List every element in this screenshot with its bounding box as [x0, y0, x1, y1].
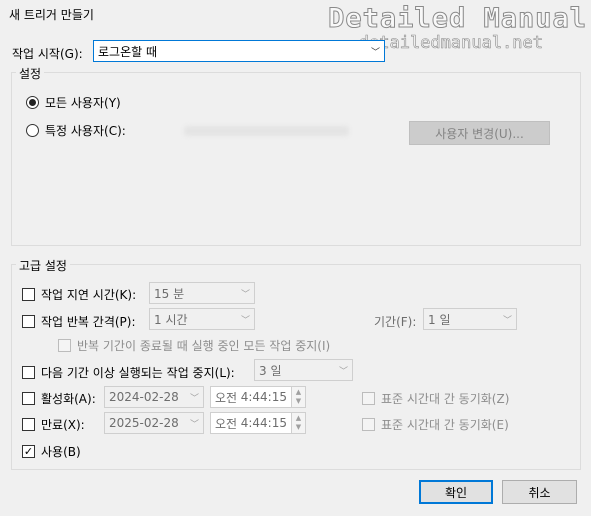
repeat-label: 작업 반복 간격(P):	[41, 315, 136, 329]
chevron-down-icon: ﹀	[189, 419, 199, 430]
activate-label: 활성화(A):	[41, 392, 96, 406]
spin-down-icon: ▼	[295, 397, 302, 405]
stop-repeat-checkbox[interactable]: 반복 기간이 종료될 때 실행 중인 모든 작업 중지(I)	[58, 337, 330, 354]
radio-specific-user-label: 특정 사용자(C):	[45, 124, 126, 138]
activate-checkbox[interactable]: 활성화(A):	[22, 390, 96, 407]
expire-checkbox[interactable]: 만료(X):	[22, 416, 85, 433]
blurred-user-name	[184, 126, 349, 136]
chevron-down-icon: ﹀	[338, 366, 348, 377]
chevron-down-icon: ﹀	[240, 289, 250, 300]
radio-all-users[interactable]: 모든 사용자(Y)	[26, 94, 121, 111]
ok-button[interactable]: 확인	[419, 480, 493, 504]
start-trigger-select[interactable]: 로그온할 때 ﹀	[93, 40, 385, 62]
stop-repeat-label: 반복 기간이 종료될 때 실행 중인 모든 작업 중지(I)	[77, 339, 331, 353]
activate-time-spinner[interactable]: ▲ ▼	[292, 386, 306, 408]
chevron-down-icon: ﹀	[189, 393, 199, 404]
stop-longer-checkbox[interactable]: 다음 기간 이상 실행되는 작업 중지(L):	[22, 364, 235, 381]
expire-sync-label: 표준 시간대 간 동기화(E)	[381, 418, 509, 432]
spin-up-icon: ▲	[295, 414, 302, 422]
expire-date-picker[interactable]: 2025-02-28 ﹀	[104, 412, 204, 434]
duration-label: 기간(F):	[374, 315, 417, 329]
radio-specific-user[interactable]: 특정 사용자(C):	[26, 122, 126, 139]
activate-time-field[interactable]: 오전 4:44:15	[210, 386, 292, 408]
delay-select[interactable]: 15 분 ﹀	[149, 282, 255, 304]
window-title: 새 트리거 만들기	[9, 8, 94, 22]
radio-unselected-icon	[26, 124, 39, 137]
enabled-label: 사용(B)	[41, 445, 81, 459]
activate-date-picker[interactable]: 2024-02-28 ﹀	[104, 386, 204, 408]
expire-label: 만료(X):	[41, 418, 85, 432]
spin-up-icon: ▲	[295, 388, 302, 396]
delay-checkbox[interactable]: 작업 지연 시간(K):	[22, 286, 136, 303]
settings-legend: 설정	[16, 65, 45, 82]
stop-longer-label: 다음 기간 이상 실행되는 작업 중지(L):	[41, 366, 235, 380]
advanced-legend: 고급 설정	[16, 257, 70, 274]
duration-select[interactable]: 1 일 ﹀	[423, 308, 517, 330]
stop-longer-select[interactable]: 3 일 ﹀	[254, 359, 353, 381]
chevron-down-icon: ﹀	[502, 315, 512, 326]
change-user-button[interactable]: 사용자 변경(U)...	[409, 121, 550, 145]
start-trigger-value: 로그온할 때	[98, 42, 158, 60]
chevron-down-icon: ﹀	[370, 47, 380, 58]
radio-selected-icon	[26, 96, 39, 109]
expire-sync-checkbox[interactable]: 표준 시간대 간 동기화(E)	[362, 416, 509, 433]
enabled-checkbox[interactable]: ✓ 사용(B)	[22, 443, 81, 460]
repeat-checkbox[interactable]: 작업 반복 간격(P):	[22, 313, 136, 330]
spin-down-icon: ▼	[295, 423, 302, 431]
expire-time-spinner[interactable]: ▲ ▼	[292, 412, 306, 434]
activate-sync-label: 표준 시간대 간 동기화(Z)	[381, 392, 510, 406]
start-label: 작업 시작(G):	[12, 47, 83, 61]
watermark-title: Detailed Manual	[328, 3, 587, 34]
expire-time-field[interactable]: 오전 4:44:15	[210, 412, 292, 434]
radio-all-users-label: 모든 사용자(Y)	[45, 96, 121, 110]
cancel-button[interactable]: 취소	[502, 480, 577, 504]
activate-sync-checkbox[interactable]: 표준 시간대 간 동기화(Z)	[362, 390, 509, 407]
repeat-select[interactable]: 1 시간 ﹀	[149, 308, 255, 330]
checkmark-icon: ✓	[22, 445, 35, 458]
chevron-down-icon: ﹀	[240, 315, 250, 326]
delay-label: 작업 지연 시간(K):	[41, 288, 137, 302]
